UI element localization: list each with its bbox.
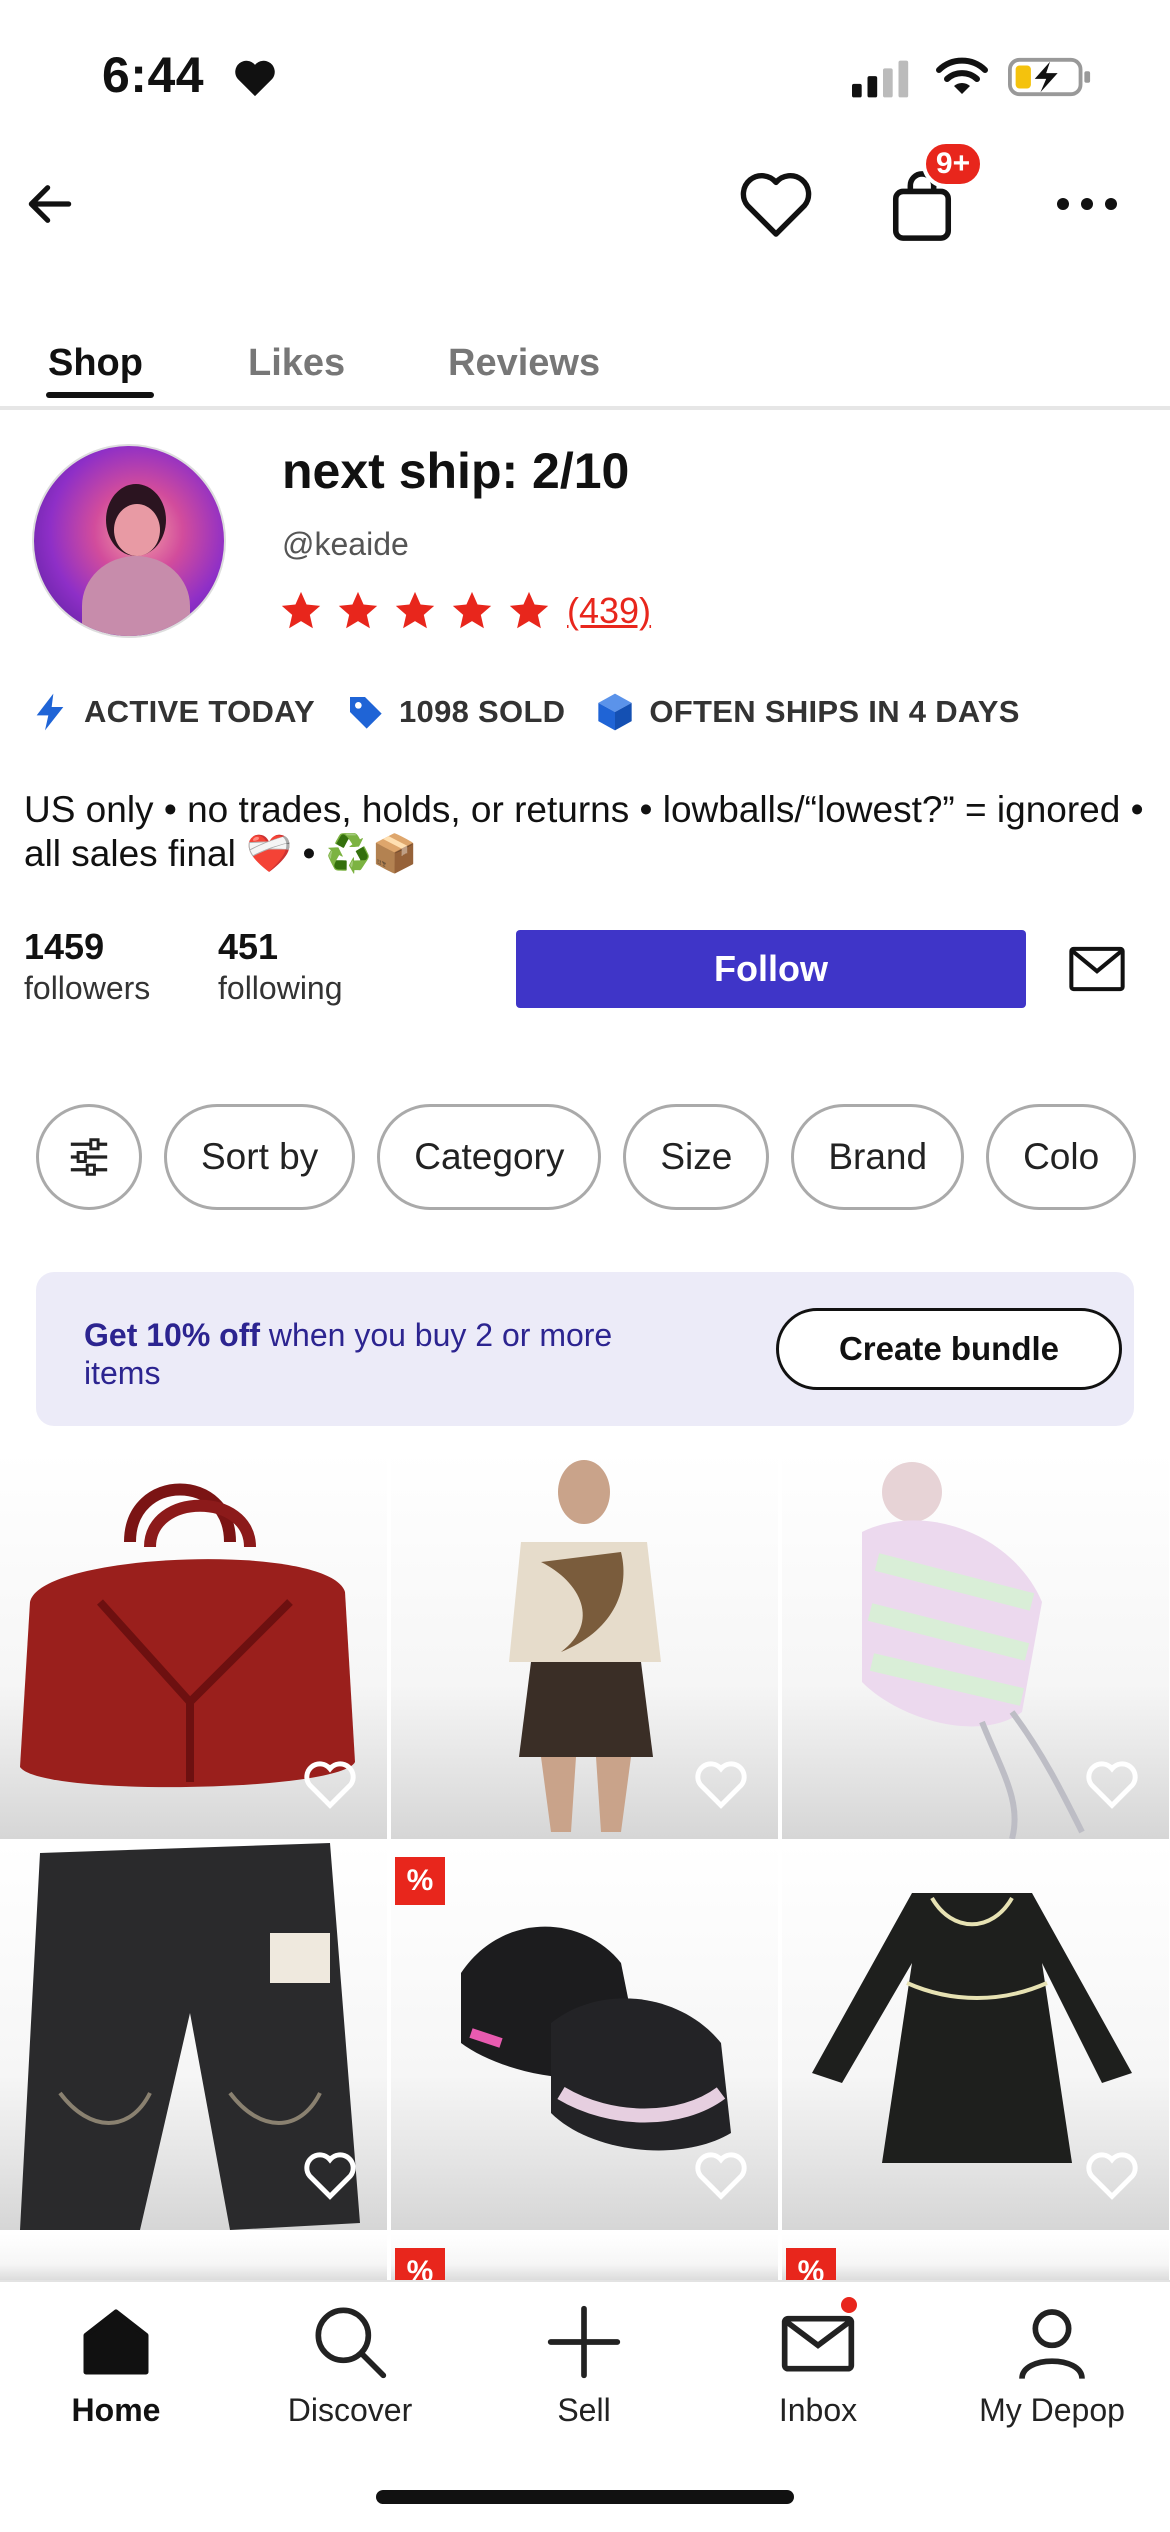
follow-button[interactable]: Follow — [516, 930, 1026, 1008]
like-icon[interactable] — [1085, 1759, 1139, 1809]
rating[interactable]: (439) — [278, 588, 651, 634]
product-card[interactable] — [0, 1452, 387, 1839]
product-card[interactable]: % — [782, 2234, 1169, 2284]
active-tab-indicator — [46, 392, 154, 398]
like-icon[interactable] — [1085, 2150, 1139, 2200]
nav-sell[interactable]: Sell — [484, 2302, 684, 2429]
cart-count-badge: 9+ — [922, 140, 984, 188]
create-bundle-button[interactable]: Create bundle — [776, 1308, 1122, 1390]
bundle-banner: Get 10% off when you buy 2 or more items… — [36, 1272, 1134, 1426]
product-card[interactable] — [782, 1843, 1169, 2230]
plus-icon — [547, 2305, 621, 2379]
like-icon[interactable] — [303, 1759, 357, 1809]
home-icon — [83, 2309, 149, 2375]
discount-badge: % — [395, 2248, 445, 2284]
profile-tabs: Shop Likes Reviews — [0, 330, 1170, 410]
heart-filled-icon — [235, 60, 275, 97]
favorite-button[interactable] — [734, 162, 818, 246]
tag-icon — [349, 697, 382, 729]
filters-button[interactable] — [36, 1104, 142, 1210]
like-icon[interactable] — [694, 1759, 748, 1809]
tab-shop[interactable]: Shop — [48, 342, 143, 385]
home-indicator — [376, 2490, 794, 2504]
shop-title: next ship: 2/10 — [282, 443, 630, 499]
star-icon — [452, 591, 492, 629]
username: @keaide — [282, 526, 409, 562]
filter-bar: Sort by Category Size Brand Colo — [36, 1104, 1170, 1210]
filter-size[interactable]: Size — [623, 1104, 770, 1210]
product-card[interactable] — [391, 1452, 778, 1839]
more-options-button[interactable] — [1052, 172, 1122, 236]
filter-brand[interactable]: Brand — [791, 1104, 965, 1210]
avatar[interactable] — [32, 444, 226, 638]
badge-active-today: ACTIVE TODAY — [30, 692, 315, 732]
product-card[interactable]: % — [391, 2234, 778, 2284]
top-nav — [0, 150, 1170, 270]
message-icon[interactable] — [1068, 942, 1126, 996]
arrow-left-icon — [28, 185, 72, 223]
nav-home[interactable]: Home — [16, 2302, 216, 2429]
bundle-description: Get 10% off when you buy 2 or more items — [84, 1317, 613, 1391]
nav-discover[interactable]: Discover — [250, 2302, 450, 2429]
following-count[interactable]: 451 following — [218, 926, 343, 1007]
wifi-icon — [936, 57, 988, 94]
badge-ships: OFTEN SHIPS IN 4 DAYS — [595, 692, 1019, 732]
back-button[interactable] — [18, 172, 82, 236]
star-icon — [281, 591, 321, 629]
cellular-signal-icon — [852, 60, 909, 98]
product-card[interactable] — [782, 1452, 1169, 1839]
product-card[interactable] — [0, 1843, 387, 2230]
inbox-notification-dot — [838, 2294, 860, 2316]
like-icon[interactable] — [694, 2150, 748, 2200]
nav-my-depop[interactable]: My Depop — [952, 2302, 1152, 2429]
like-icon[interactable] — [303, 2150, 357, 2200]
discount-badge: % — [395, 1857, 445, 1905]
heart-outline-icon — [740, 173, 812, 237]
box-icon — [598, 693, 633, 731]
product-card[interactable]: % — [391, 1843, 778, 2230]
discount-badge: % — [786, 2248, 836, 2284]
more-horizontal-icon — [1057, 198, 1117, 210]
sliders-icon — [70, 1138, 108, 1176]
person-icon — [1019, 2309, 1085, 2380]
product-card[interactable] — [0, 2234, 387, 2284]
search-icon — [315, 2307, 387, 2379]
seller-badges: ACTIVE TODAY 1098 SOLD OFTEN SHIPS IN 4 … — [30, 692, 1050, 732]
star-icon — [338, 591, 378, 629]
filter-color[interactable]: Colo — [986, 1104, 1137, 1210]
battery-charging-icon — [1008, 57, 1091, 97]
review-count-link[interactable]: (439) — [567, 590, 651, 632]
shop-bio: US only • no trades, holds, or returns •… — [24, 789, 1144, 874]
badge-sold: 1098 SOLD — [345, 692, 565, 732]
filter-category[interactable]: Category — [377, 1104, 602, 1210]
status-time: 6:44 — [102, 47, 205, 103]
star-icon — [509, 591, 549, 629]
lightning-icon — [36, 693, 64, 731]
followers-count[interactable]: 1459 followers — [24, 926, 150, 1007]
status-bar: 6:44 — [0, 0, 1170, 150]
tab-likes[interactable]: Likes — [248, 342, 345, 385]
nav-inbox[interactable]: Inbox — [718, 2302, 918, 2429]
filter-sort-by[interactable]: Sort by — [164, 1104, 356, 1210]
tab-reviews[interactable]: Reviews — [448, 342, 600, 385]
star-icon — [395, 591, 435, 629]
